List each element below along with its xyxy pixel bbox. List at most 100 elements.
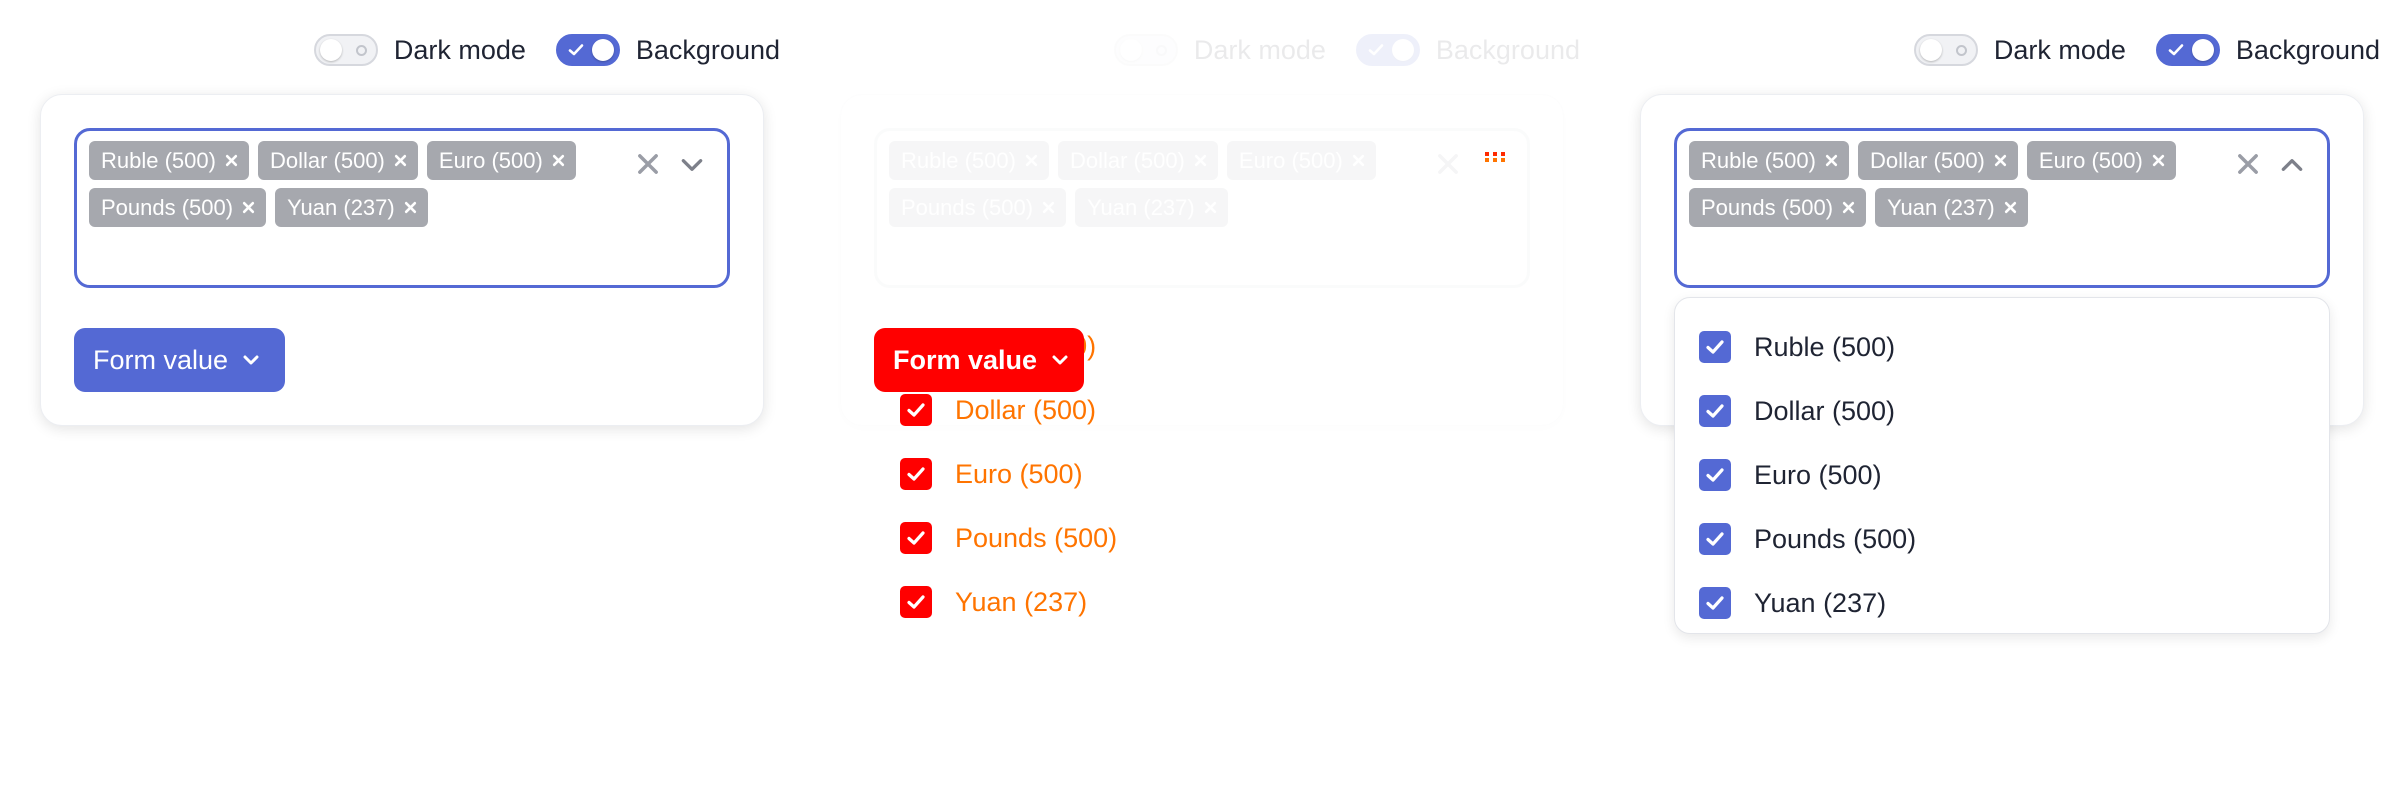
dark-mode-switch[interactable]: [313, 34, 378, 66]
tag-label: Euro (500): [1238, 147, 1343, 173]
option-label: Pounds (500): [955, 522, 1118, 553]
check-icon: [907, 531, 925, 545]
background-toggle[interactable]: Background: [1355, 34, 1580, 66]
checkbox[interactable]: [900, 522, 932, 554]
close-icon[interactable]: [552, 154, 565, 167]
switch-knob: [319, 39, 342, 61]
tag-label: Pounds (500): [901, 194, 1034, 220]
close-icon[interactable]: [1352, 154, 1365, 167]
tag-label: Dollar (500): [269, 147, 385, 173]
tag-chip: Dollar (500): [1057, 141, 1218, 180]
background-switch[interactable]: [2155, 34, 2220, 66]
close-icon[interactable]: [2234, 150, 2262, 178]
switch-knob: [1391, 39, 1414, 61]
option-item[interactable]: Euro (500): [1699, 443, 1916, 507]
tag-label: Ruble (500): [1701, 147, 1816, 173]
checkbox[interactable]: [1699, 395, 1731, 427]
check-icon: [1706, 596, 1724, 610]
close-icon[interactable]: [1825, 154, 1838, 167]
off-indicator-icon: [1955, 45, 1967, 56]
close-icon[interactable]: [404, 201, 417, 214]
check-icon: [1706, 532, 1724, 546]
background-switch[interactable]: [1355, 34, 1420, 66]
form-value-label: Form value: [93, 344, 229, 375]
close-icon[interactable]: [2152, 154, 2165, 167]
option-item[interactable]: Yuan (237): [900, 570, 1117, 634]
dark-mode-toggle[interactable]: Dark mode: [313, 34, 526, 66]
form-value-button[interactable]: Form value: [74, 328, 285, 392]
checkbox[interactable]: [1699, 587, 1731, 619]
close-icon[interactable]: [1842, 201, 1855, 214]
settings-toggles: Dark mode Background: [1113, 30, 1580, 70]
selected-tags: Ruble (500) Dollar (500) Euro (500) Poun…: [1689, 141, 2209, 227]
switch-knob: [1919, 39, 1942, 61]
option-item[interactable]: Euro (500): [900, 442, 1117, 506]
checkbox[interactable]: [1699, 459, 1731, 491]
option-item[interactable]: Yuan (237): [1699, 571, 1916, 635]
close-icon[interactable]: [242, 201, 255, 214]
tag-chip: Yuan (237): [1075, 188, 1228, 227]
tag-label: Pounds (500): [101, 194, 234, 220]
checkbox[interactable]: [900, 458, 932, 490]
option-item[interactable]: Pounds (500): [900, 506, 1117, 570]
option-item[interactable]: Pounds (500): [1699, 507, 1916, 571]
checkbox[interactable]: [1699, 331, 1731, 363]
close-icon[interactable]: [1194, 154, 1207, 167]
close-icon[interactable]: [225, 154, 238, 167]
dark-mode-label: Dark mode: [1993, 34, 2126, 65]
options-list: Ruble (500) Dollar (500) Euro (500) Poun…: [1699, 315, 1916, 635]
chevron-up-icon[interactable]: [2279, 152, 2305, 178]
check-icon: [1706, 468, 1724, 482]
dark-mode-toggle[interactable]: Dark mode: [1113, 34, 1326, 66]
dark-mode-switch[interactable]: [1113, 34, 1178, 66]
close-icon[interactable]: [1434, 150, 1462, 178]
selected-tags: Ruble (500) Dollar (500) Euro (500) Poun…: [89, 141, 609, 227]
background-toggle[interactable]: Background: [2155, 34, 2380, 66]
option-item[interactable]: Dollar (500): [1699, 379, 1916, 443]
demo-panel-closed: Dark mode Background Ruble (500) Dollar …: [40, 0, 780, 800]
options-dropdown: Ruble (500) Dollar (500) Euro (500) Poun…: [1674, 297, 2330, 634]
multi-select[interactable]: Ruble (500) Dollar (500) Euro (500) Poun…: [74, 128, 730, 288]
demo-panel-open: Dark mode Background Ruble (500) Dollar …: [1640, 0, 2380, 800]
dark-mode-toggle[interactable]: Dark mode: [1913, 34, 2126, 66]
option-label: Pounds (500): [1754, 523, 1917, 554]
close-icon[interactable]: [1994, 154, 2007, 167]
chevron-down-icon[interactable]: [679, 152, 705, 178]
multi-select[interactable]: Ruble (500) Dollar (500) Euro (500) Poun…: [874, 128, 1530, 288]
settings-toggles: Dark mode Background: [1913, 30, 2380, 70]
option-label: Ruble (500): [1754, 331, 1896, 362]
tag-label: Ruble (500): [901, 147, 1016, 173]
background-switch[interactable]: [555, 34, 620, 66]
tag-chip: Ruble (500): [889, 141, 1049, 180]
close-icon[interactable]: [1204, 201, 1217, 214]
tag-chip: Euro (500): [426, 141, 576, 180]
tag-label: Ruble (500): [101, 147, 216, 173]
close-icon[interactable]: [2004, 201, 2017, 214]
tag-label: Yuan (237): [1087, 194, 1195, 220]
background-toggle[interactable]: Background: [555, 34, 780, 66]
close-icon[interactable]: [634, 150, 662, 178]
close-icon[interactable]: [1025, 154, 1038, 167]
close-icon[interactable]: [394, 154, 407, 167]
multi-select[interactable]: Ruble (500) Dollar (500) Euro (500) Poun…: [1674, 128, 2330, 288]
background-label: Background: [2235, 34, 2380, 65]
checkbox[interactable]: [900, 586, 932, 618]
dark-mode-switch[interactable]: [1913, 34, 1978, 66]
checkbox[interactable]: [1699, 523, 1731, 555]
option-item[interactable]: Ruble (500): [1699, 315, 1916, 379]
form-value-button[interactable]: Form value: [874, 328, 1084, 392]
check-icon: [1368, 44, 1384, 56]
tag-chip: Yuan (237): [1875, 188, 2028, 227]
check-icon: [907, 403, 925, 417]
close-icon[interactable]: [1042, 201, 1055, 214]
chevron-down-icon: [1052, 355, 1068, 365]
tag-label: Yuan (237): [287, 194, 395, 220]
tag-label: Euro (500): [438, 147, 543, 173]
dark-mode-label: Dark mode: [393, 34, 526, 65]
check-icon: [1706, 404, 1724, 418]
checkbox[interactable]: [900, 394, 932, 426]
switch-knob: [1119, 39, 1142, 61]
check-icon: [907, 595, 925, 609]
tag-chip: Pounds (500): [889, 188, 1067, 227]
tag-chip: Euro (500): [1226, 141, 1376, 180]
